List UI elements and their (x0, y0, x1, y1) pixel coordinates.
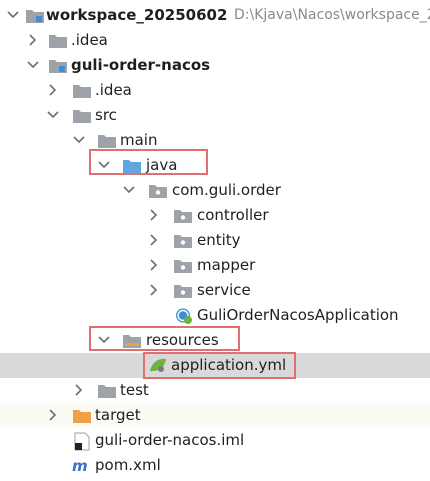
maven-pom-icon: m (72, 453, 92, 478)
chevron-down-icon[interactable] (26, 53, 40, 78)
chevron-right-icon[interactable] (46, 403, 60, 428)
mapper-package-label: mapper (197, 256, 256, 274)
package-label: com.guli.order (172, 181, 281, 199)
application-class-label: GuliOrderNacosApplication (197, 306, 399, 324)
tree-row-entity[interactable]: entity (0, 228, 430, 253)
package-icon (173, 228, 193, 253)
svg-text:m: m (72, 457, 88, 475)
chevron-right-icon[interactable] (147, 253, 161, 278)
tree-row-application-class[interactable]: GuliOrderNacosApplication (0, 303, 430, 328)
idea-folder-label: .idea (95, 81, 132, 99)
tree-row-test[interactable]: test (0, 378, 430, 403)
application-yml-label: application.yml (171, 356, 287, 374)
workspace-path: D:\Kjava\Nacos\workspace_20 (234, 7, 430, 23)
target-folder-label: target (95, 406, 141, 424)
chevron-right-icon[interactable] (72, 378, 86, 403)
chevron-right-icon[interactable] (46, 78, 60, 103)
resources-folder-icon (122, 328, 142, 353)
module-label: guli-order-nacos (71, 56, 211, 74)
tree-row-pom[interactable]: m pom.xml (0, 453, 430, 478)
chevron-down-icon[interactable] (46, 103, 60, 128)
entity-package-label: entity (197, 231, 241, 249)
project-tree: workspace_20250602 D:\Kjava\Nacos\worksp… (0, 0, 430, 481)
idea-folder-label: .idea (71, 31, 108, 49)
folder-icon (72, 78, 92, 103)
spring-boot-class-icon (174, 303, 194, 328)
chevron-right-icon[interactable] (147, 228, 161, 253)
module-folder-icon (48, 53, 68, 78)
chevron-down-icon[interactable] (122, 178, 136, 203)
chevron-down-icon[interactable] (6, 3, 20, 28)
package-icon (173, 278, 193, 303)
yaml-config-icon (148, 353, 168, 378)
chevron-down-icon[interactable] (72, 128, 86, 153)
package-icon (148, 178, 168, 203)
main-folder-label: main (120, 131, 158, 149)
chevron-down-icon[interactable] (97, 153, 111, 178)
folder-icon (97, 378, 117, 403)
java-folder-label: java (146, 156, 178, 174)
source-folder-icon (122, 153, 142, 178)
tree-row-java[interactable]: java (0, 153, 430, 178)
tree-row-resources[interactable]: resources (0, 328, 430, 353)
tree-row-application-yml[interactable]: application.yml (0, 353, 430, 378)
iml-file-icon (72, 428, 92, 453)
tree-row-idea[interactable]: .idea (0, 28, 430, 53)
folder-icon (97, 128, 117, 153)
workspace-label: workspace_20250602 (46, 6, 228, 24)
chevron-right-icon[interactable] (147, 203, 161, 228)
tree-row-module[interactable]: guli-order-nacos (0, 53, 430, 78)
tree-row-iml[interactable]: guli-order-nacos.iml (0, 428, 430, 453)
pom-file-label: pom.xml (95, 456, 161, 474)
package-icon (173, 253, 193, 278)
controller-package-label: controller (197, 206, 269, 224)
folder-icon (72, 103, 92, 128)
resources-folder-label: resources (146, 331, 219, 349)
tree-row-controller[interactable]: controller (0, 203, 430, 228)
src-folder-label: src (95, 106, 117, 124)
tree-row-mapper[interactable]: mapper (0, 253, 430, 278)
chevron-right-icon[interactable] (26, 28, 40, 53)
excluded-folder-icon (72, 403, 92, 428)
tree-row-package[interactable]: com.guli.order (0, 178, 430, 203)
project-folder-icon (25, 3, 45, 28)
tree-row-main[interactable]: main (0, 128, 430, 153)
chevron-right-icon[interactable] (147, 278, 161, 303)
chevron-down-icon[interactable] (97, 328, 111, 353)
tree-row-service[interactable]: service (0, 278, 430, 303)
service-package-label: service (197, 281, 251, 299)
tree-row-src[interactable]: src (0, 103, 430, 128)
iml-file-label: guli-order-nacos.iml (95, 431, 245, 449)
tree-row-target[interactable]: target (0, 403, 430, 428)
tree-row-workspace[interactable]: workspace_20250602 D:\Kjava\Nacos\worksp… (0, 3, 430, 28)
test-folder-label: test (120, 381, 149, 399)
package-icon (173, 203, 193, 228)
folder-icon (48, 28, 68, 53)
tree-row-module-idea[interactable]: .idea (0, 78, 430, 103)
